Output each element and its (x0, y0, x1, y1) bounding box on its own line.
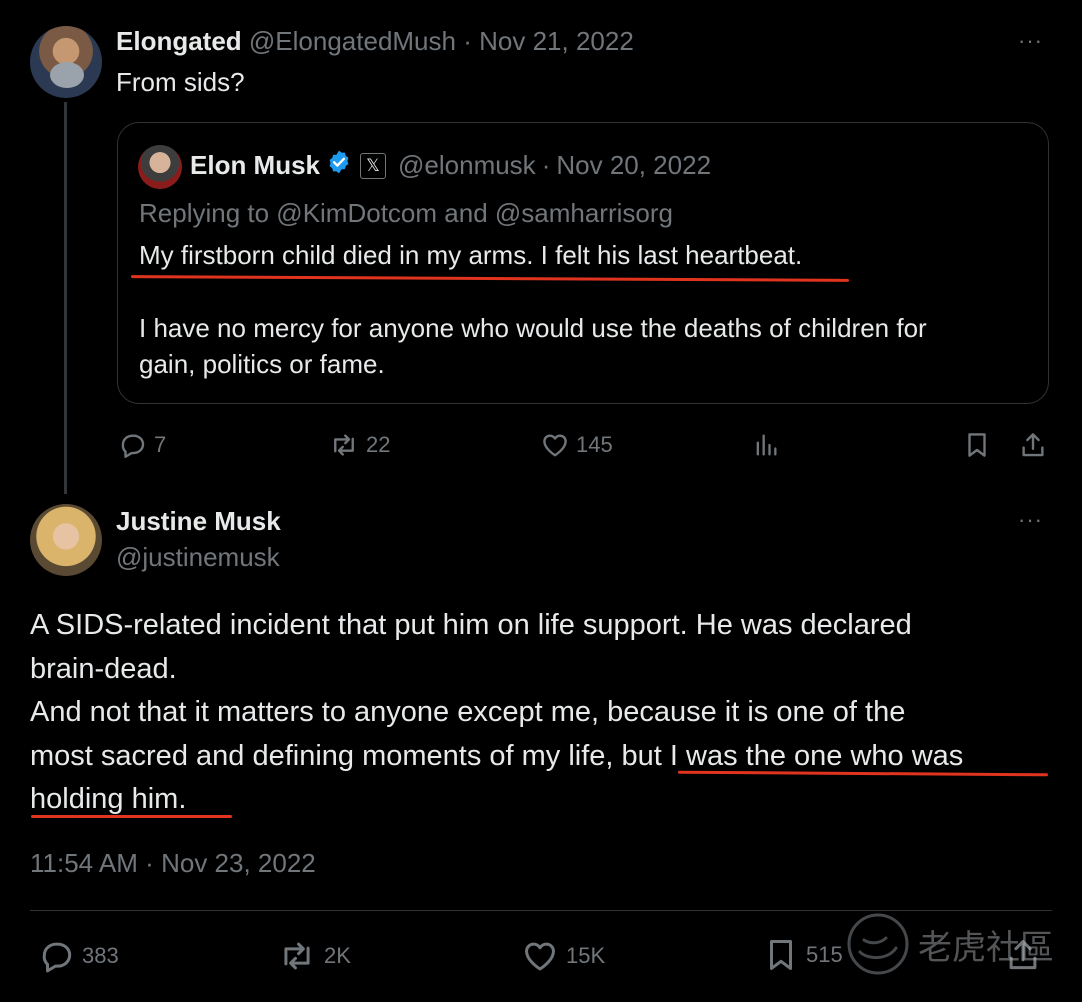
tiger-logo-icon (847, 913, 909, 975)
like-count: 15K (566, 943, 606, 968)
quoted-tweet-card[interactable]: Elon Musk 𝕏 @elonmusk · Nov 20, 2022 Rep… (117, 122, 1049, 404)
quoted-author-name[interactable]: Elon Musk (190, 150, 320, 181)
views-button[interactable] (752, 430, 780, 460)
divider (30, 910, 1052, 911)
repost-icon (334, 434, 354, 456)
tweet-text-line: A SIDS-related incident that put him on … (30, 609, 912, 641)
header-separator: · (463, 26, 472, 56)
tweet-text-line: And not that it matters to anyone except… (30, 696, 906, 728)
highlighted-text-segment: but I was the one who was (621, 739, 964, 772)
verified-badge-icon (326, 149, 352, 182)
tweet-time: 11:54 AM (30, 848, 138, 878)
reply-button[interactable]: 383 (38, 937, 119, 975)
repost-count: 2K (324, 943, 351, 968)
tweet-date[interactable]: Nov 21, 2022 (479, 26, 634, 56)
repost-button[interactable]: 2K (276, 937, 351, 975)
tweet-timestamp[interactable]: 11:54 AM · Nov 23, 2022 (30, 848, 316, 879)
author-name[interactable]: Justine Musk (116, 506, 281, 537)
reply-count: 383 (82, 943, 119, 968)
thread-line (64, 102, 67, 494)
repost-button[interactable]: 22 (328, 430, 390, 460)
quoted-header-separator: · (541, 150, 551, 180)
red-underline-2 (31, 815, 232, 818)
avatar-elongated[interactable] (30, 26, 102, 98)
parent-tweet-header: Elongated @ElongatedMush · Nov 21, 2022 (116, 26, 634, 57)
timestamp-separator: · (145, 848, 154, 878)
reply-icon (121, 434, 145, 458)
share-icon (1022, 433, 1044, 457)
author-handle[interactable]: @ElongatedMush (249, 26, 456, 56)
repost-count: 22 (366, 432, 391, 457)
more-options-icon[interactable]: ··· (1018, 28, 1043, 54)
author-name[interactable]: Elongated (116, 26, 242, 56)
replying-to[interactable]: Replying to @KimDotcom and @samharrisorg (139, 198, 673, 229)
heart-icon (525, 942, 555, 971)
tweet-text-line: brain-dead. (30, 652, 177, 685)
like-button[interactable]: 145 (540, 430, 613, 460)
quoted-header: Elon Musk 𝕏 @elonmusk · Nov 20, 2022 (190, 149, 711, 182)
tweet-text-segment: most sacred and defining moments of my l… (30, 739, 622, 772)
repost-icon (284, 942, 310, 970)
bookmark-icon (769, 940, 793, 970)
quoted-text-line-2: I have no mercy for anyone who would use… (139, 313, 927, 343)
quoted-text-line-1: My firstborn child died in my arms. I fe… (139, 240, 803, 270)
bookmark-button[interactable]: 515 (762, 935, 843, 975)
author-handle[interactable]: @justinemusk (116, 542, 280, 573)
bookmark-count: 515 (806, 942, 843, 967)
tweet-date: Nov 23, 2022 (161, 848, 316, 878)
main-tweet-text: A SIDS-related incident that put him on … (30, 604, 963, 822)
heart-icon (543, 434, 567, 457)
reply-icon (42, 942, 72, 973)
more-options-icon[interactable]: ··· (1018, 507, 1043, 533)
bookmark-button[interactable] (962, 429, 992, 461)
like-button[interactable]: 15K (520, 937, 605, 975)
avatar-elon (138, 145, 182, 189)
quoted-text-line-3: gain, politics or fame. (139, 349, 385, 379)
like-count: 145 (576, 432, 613, 457)
avatar-justine[interactable] (30, 504, 102, 576)
watermark: 老虎社區 (846, 912, 1054, 976)
analytics-icon (756, 434, 777, 456)
share-button[interactable] (1018, 429, 1048, 461)
quoted-author-handle[interactable]: @elonmusk (398, 150, 536, 181)
reply-count: 7 (154, 432, 167, 457)
x-affiliate-badge: 𝕏 (360, 152, 387, 179)
reply-button[interactable]: 7 (118, 430, 166, 460)
tweet-text: From sids? (116, 67, 245, 97)
watermark-text: 老虎社區 (918, 927, 1054, 968)
quoted-tweet-date[interactable]: Nov 20, 2022 (556, 150, 711, 181)
bookmark-icon (968, 433, 986, 457)
